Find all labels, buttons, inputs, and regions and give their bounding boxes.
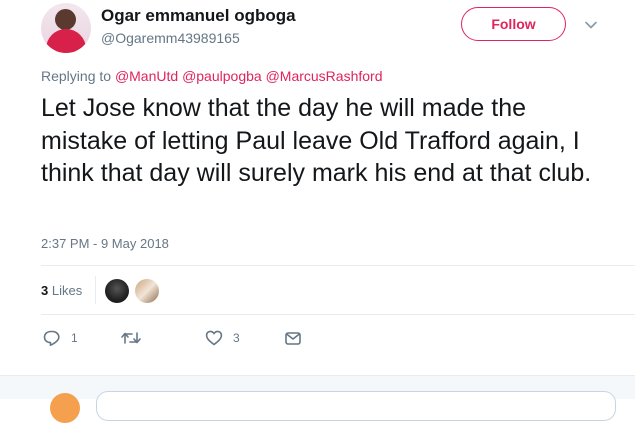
- avatar-shirt: [46, 29, 86, 53]
- user-avatar[interactable]: [41, 3, 91, 53]
- replying-to-line: Replying to @ManUtd @paulpogba @MarcusRa…: [41, 68, 383, 84]
- retweet-icon: [121, 332, 141, 344]
- user-handle[interactable]: @Ogaremm43989165: [101, 30, 240, 46]
- divider: [41, 265, 635, 266]
- heart-icon: [205, 330, 223, 346]
- mention-link[interactable]: @paulpogba: [182, 68, 262, 84]
- like-button[interactable]: 3: [204, 328, 240, 348]
- liker-avatar[interactable]: [105, 279, 129, 303]
- likes-count: 3: [41, 283, 49, 298]
- divider: [41, 314, 635, 315]
- likes-stat[interactable]: 3 Likes: [41, 283, 82, 298]
- likes-label: Likes: [51, 283, 83, 298]
- liker-avatar[interactable]: [135, 279, 159, 303]
- mention-link[interactable]: @ManUtd: [115, 68, 178, 84]
- reply-button[interactable]: 1: [42, 328, 78, 348]
- tweet-text: Let Jose know that the day he will made …: [41, 94, 592, 187]
- direct-message-button[interactable]: [283, 328, 303, 348]
- retweet-button[interactable]: [120, 328, 151, 348]
- reply-count: 1: [71, 331, 78, 345]
- like-count: 3: [233, 331, 240, 345]
- tweet-timestamp[interactable]: 2:37 PM - 9 May 2018: [41, 236, 169, 251]
- mention-link[interactable]: @MarcusRashford: [266, 68, 383, 84]
- chevron-down-icon[interactable]: [583, 17, 599, 33]
- reply-input[interactable]: [96, 391, 616, 421]
- reply-icon: [43, 330, 60, 346]
- divider: [95, 276, 96, 304]
- display-name[interactable]: Ogar emmanuel ogboga: [101, 6, 296, 26]
- avatar-head: [55, 9, 76, 30]
- follow-button[interactable]: Follow: [461, 7, 566, 41]
- replying-prefix: Replying to: [41, 68, 112, 84]
- envelope-icon: [285, 332, 301, 345]
